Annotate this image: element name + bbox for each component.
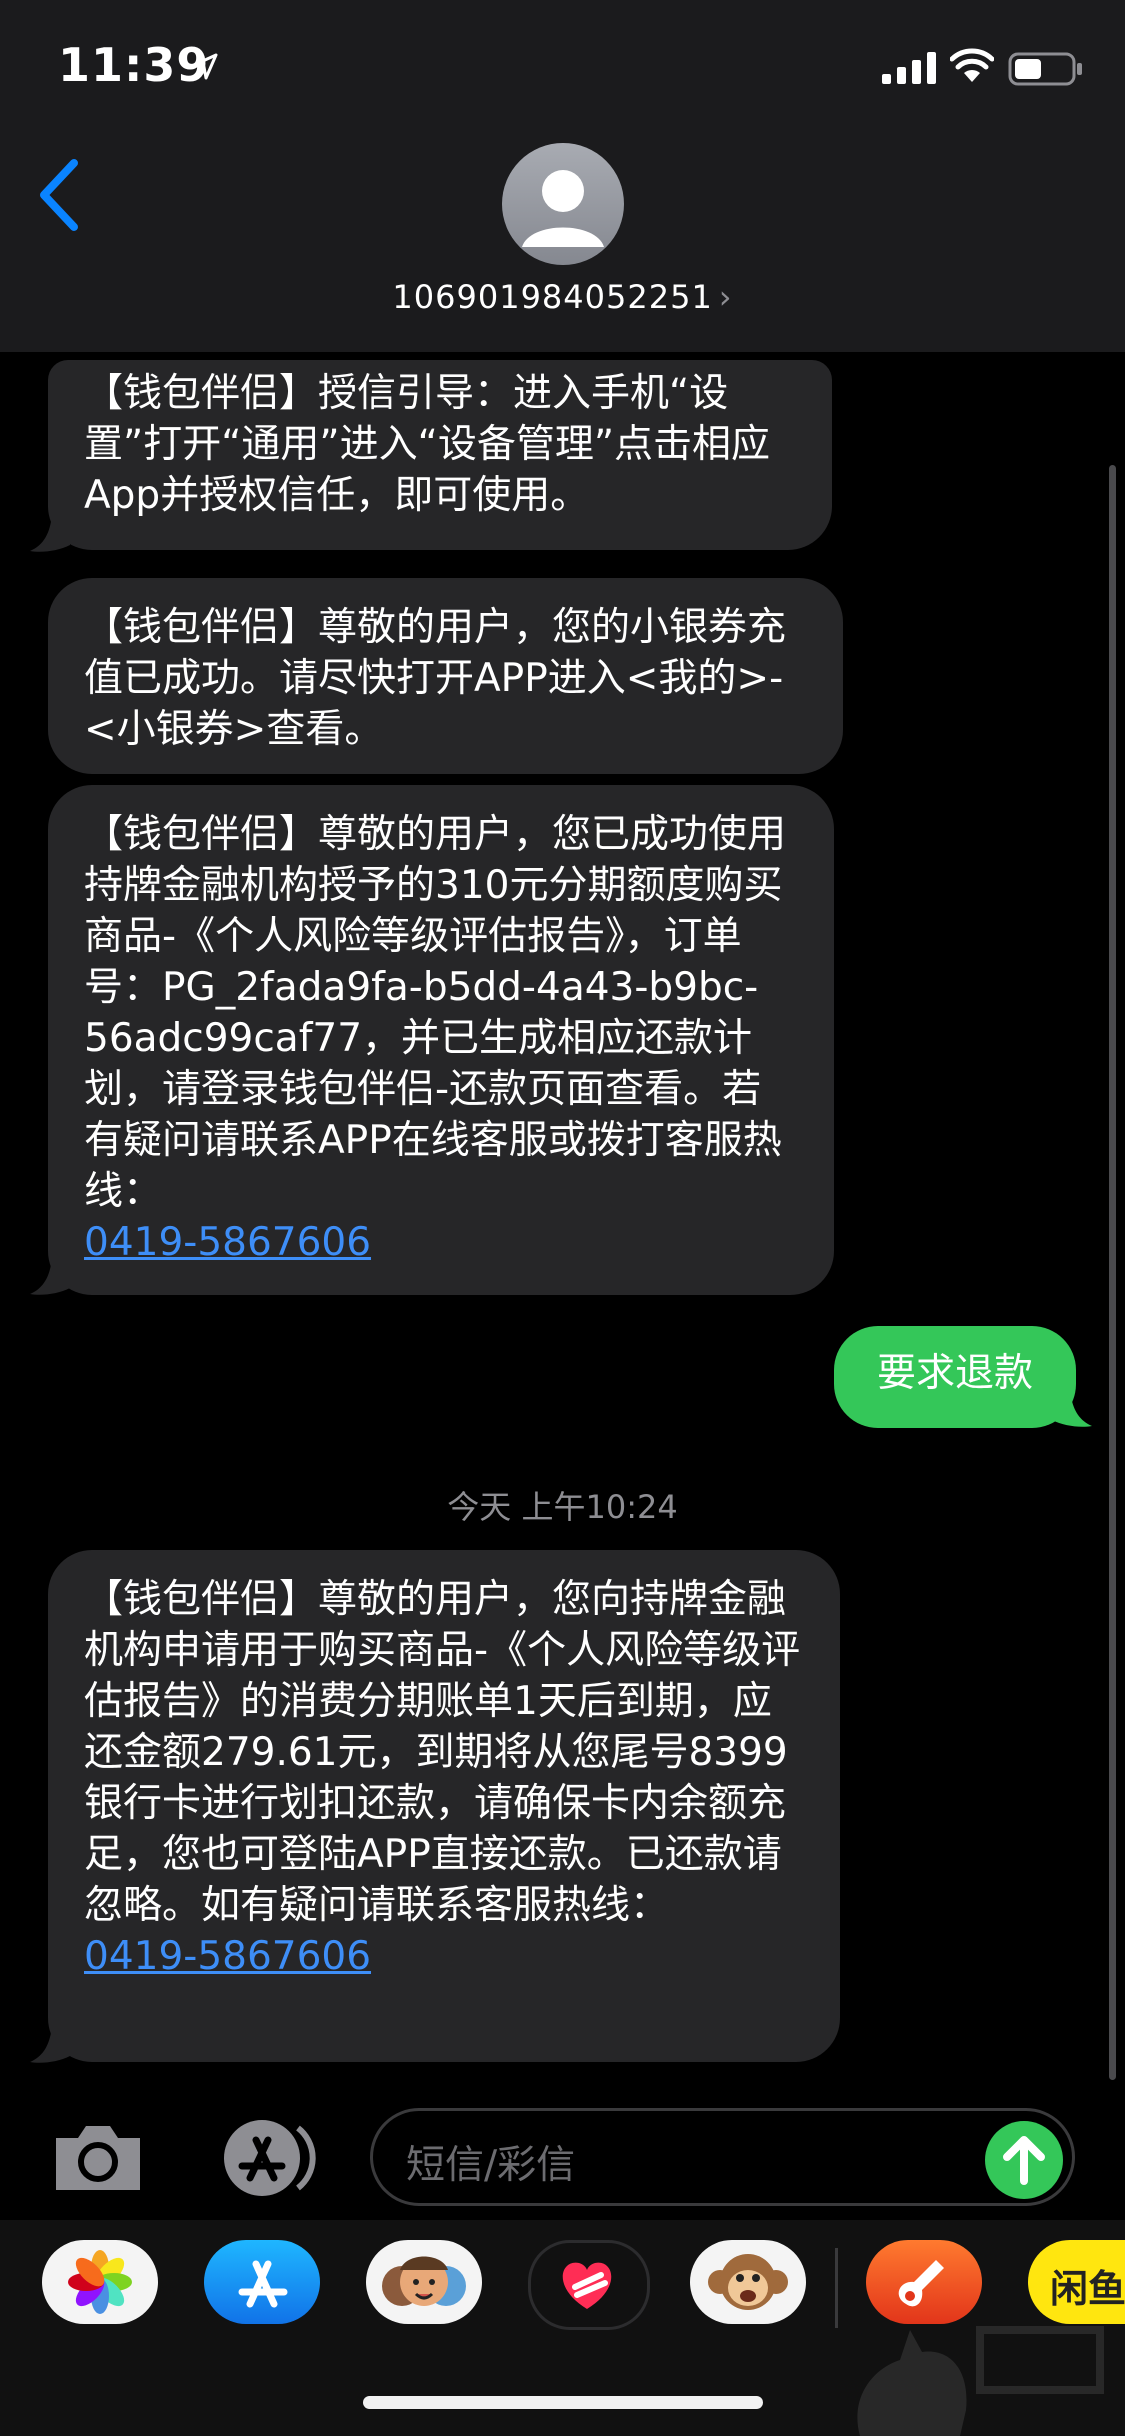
memoji-app-icon[interactable] xyxy=(366,2240,482,2324)
message-text: 要求退款 xyxy=(876,1351,1033,1396)
watermark-cat-logo xyxy=(857,2326,1104,2436)
phone-link[interactable]: 0419-5867606 xyxy=(84,1934,371,1979)
sent-message[interactable]: 要求退款 xyxy=(834,1326,1076,1428)
timestamp-time: 上午10:24 xyxy=(521,1488,678,1526)
contact-number: 106901984052251 xyxy=(392,278,713,316)
message-text: 【钱包伴侣】授信引导：进入手机“设置”打开“通用”进入“设备管理”点击相应App… xyxy=(84,371,771,518)
person-icon xyxy=(522,170,604,247)
wifi-icon xyxy=(950,48,994,82)
app-store-icon[interactable] xyxy=(210,2118,318,2198)
received-message[interactable]: 【钱包伴侣】尊敬的用户，您向持牌金融机构申请用于购买商品-《个人风险等级评估报告… xyxy=(48,1550,840,2062)
arrow-up-icon xyxy=(1003,2136,1045,2185)
send-button[interactable] xyxy=(985,2121,1063,2199)
drawer-divider xyxy=(835,2248,838,2328)
message-input-placeholder: 短信/彩信 xyxy=(406,2143,576,2188)
chevron-right-icon: › xyxy=(718,278,733,316)
message-text: 【钱包伴侣】尊敬的用户，您已成功使用持牌金融机构授予的310元分期额度购买商品-… xyxy=(84,812,787,1214)
home-indicator[interactable] xyxy=(363,2396,763,2409)
contact-avatar[interactable] xyxy=(502,143,624,265)
bubble-tail xyxy=(30,515,70,552)
message-text: 【钱包伴侣】尊敬的用户，您向持牌金融机构申请用于购买商品-《个人风险等级评估报告… xyxy=(84,1577,801,1928)
received-message[interactable]: 【钱包伴侣】尊敬的用户，您的小银券充值已成功。请尽快打开APP进入<我的>-<小… xyxy=(48,578,843,774)
bubble-tail xyxy=(30,2026,70,2063)
received-message[interactable]: 【钱包伴侣】授信引导：进入手机“设置”打开“通用”进入“设备管理”点击相应App… xyxy=(48,360,832,550)
phone-link[interactable]: 0419-5867606 xyxy=(84,1220,371,1265)
app-store-app-icon[interactable] xyxy=(204,2240,320,2324)
timestamp-day: 今天 xyxy=(447,1488,512,1526)
camera-icon[interactable] xyxy=(50,2120,146,2196)
scrollbar[interactable] xyxy=(1109,465,1116,2080)
digital-touch-app-icon[interactable] xyxy=(528,2240,650,2330)
animoji-app-icon[interactable] xyxy=(690,2240,806,2324)
photos-app-icon[interactable] xyxy=(42,2240,158,2324)
bubble-tail xyxy=(1052,1390,1092,1427)
battery-icon xyxy=(1008,52,1082,86)
message-timestamp: 今天 上午10:24 xyxy=(0,1482,1125,1528)
message-text: 【钱包伴侣】尊敬的用户，您的小银券充值已成功。请尽快打开APP进入<我的>-<小… xyxy=(84,605,787,752)
status-time: 11:39 xyxy=(58,38,210,92)
received-message[interactable]: 【钱包伴侣】尊敬的用户，您已成功使用持牌金融机构授予的310元分期额度购买商品-… xyxy=(48,785,834,1295)
contact-name[interactable]: 106901984052251 › xyxy=(0,278,1125,316)
location-arrow-icon xyxy=(192,53,218,80)
bubble-tail xyxy=(30,1258,70,1295)
cellular-signal-icon xyxy=(882,52,936,84)
back-chevron-icon[interactable] xyxy=(30,155,90,235)
